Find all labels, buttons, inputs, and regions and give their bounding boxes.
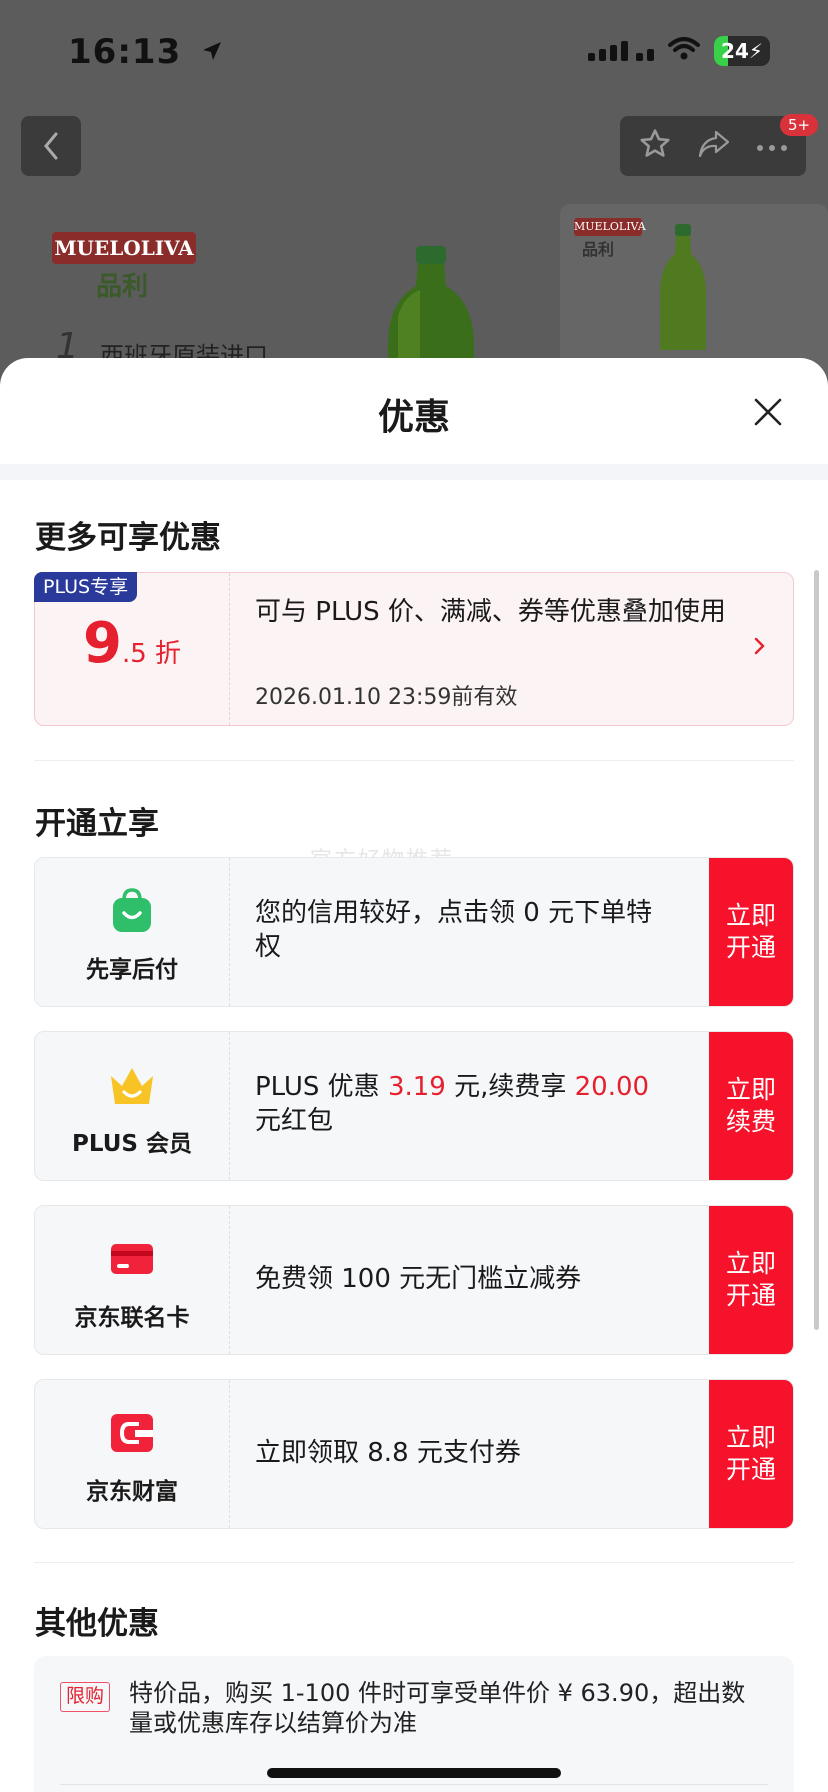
share-icon[interactable] bbox=[696, 128, 732, 164]
chevron-right-icon bbox=[754, 637, 765, 655]
service-name: 京东财富 bbox=[86, 1479, 178, 1505]
discount-value: 9.5 折 bbox=[35, 611, 229, 676]
home-indicator bbox=[267, 1768, 561, 1778]
scrollbar[interactable] bbox=[814, 570, 819, 1330]
button-line2: 开通 bbox=[725, 1281, 776, 1310]
service-identity: 先享后付 bbox=[35, 858, 229, 1006]
nav-toolbar bbox=[620, 116, 806, 176]
status-bar: 16:13 24⚡ bbox=[0, 0, 828, 100]
cellular-signal-icon bbox=[588, 41, 654, 61]
wallet-icon bbox=[111, 1414, 153, 1452]
renewal-bonus-amount: 20.00 bbox=[574, 1072, 650, 1102]
button-line2: 续费 bbox=[725, 1107, 776, 1136]
plus-saving-amount: 3.19 bbox=[387, 1072, 446, 1102]
purchase-limit-tag: 限购 bbox=[60, 1682, 111, 1712]
brand-logo: MUELOLIVA bbox=[52, 232, 196, 264]
plus-exclusive-tag: PLUS专享 bbox=[34, 572, 138, 602]
battery-level: 24 bbox=[721, 39, 749, 63]
renew-now-button[interactable]: 立即 续费 bbox=[709, 1032, 793, 1180]
plus-discount-card[interactable]: PLUS专享 9.5 折 可与 PLUS 价、满减、券等优惠叠加使用 2026.… bbox=[34, 572, 794, 726]
brand-cn-name: 品利 bbox=[96, 272, 149, 302]
service-description: 您的信用较好，点击领 0 元下单特权 bbox=[255, 898, 653, 962]
location-arrow-icon bbox=[200, 32, 224, 72]
service-identity: 京东联名卡 bbox=[35, 1206, 229, 1354]
other-discount-text: 特价品，购买 1-100 件时可享受单件价 ¥ 63.90，超出数量或优惠库存以… bbox=[129, 1679, 746, 1737]
card-divider bbox=[229, 1032, 230, 1180]
status-indicators: 24⚡ bbox=[588, 36, 770, 66]
plus-valid-date: 2026.01.10 23:59前有效 bbox=[255, 685, 518, 710]
star-icon[interactable] bbox=[638, 127, 672, 165]
button-line2: 开通 bbox=[725, 933, 776, 962]
close-icon[interactable] bbox=[752, 396, 784, 428]
section-title-other: 其他优惠 bbox=[35, 1606, 159, 1642]
more-icon[interactable] bbox=[756, 137, 788, 156]
open-now-button[interactable]: 立即 开通 bbox=[709, 1206, 793, 1354]
section-title-open: 开通立享 bbox=[35, 806, 159, 842]
header-separator bbox=[0, 464, 828, 480]
button-line1: 立即 bbox=[725, 1249, 776, 1278]
thumbnail-bottle-image bbox=[660, 224, 706, 350]
card-divider bbox=[229, 858, 230, 1006]
button-line1: 立即 bbox=[725, 901, 776, 930]
service-card-plus-member[interactable]: PLUS 会员 PLUS 优惠 3.19 元,续费享 20.00 元红包 立即 … bbox=[34, 1031, 794, 1181]
sheet-title: 优惠 bbox=[377, 397, 450, 438]
plus-description: 可与 PLUS 价、满减、券等优惠叠加使用 bbox=[255, 597, 726, 627]
service-description: 免费领 100 元无门槛立减券 bbox=[255, 1264, 582, 1294]
service-card-jd-finance[interactable]: 京东财富 立即领取 8.8 元支付券 立即 开通 bbox=[34, 1379, 794, 1529]
service-card-co-branded-card[interactable]: 京东联名卡 免费领 100 元无门槛立减券 立即 开通 bbox=[34, 1205, 794, 1355]
sheet-header: 优惠 bbox=[0, 358, 828, 464]
service-identity: 京东财富 bbox=[35, 1380, 229, 1528]
service-identity: PLUS 会员 bbox=[35, 1032, 229, 1180]
section-title-more: 更多可享优惠 bbox=[35, 520, 221, 556]
desc-part: PLUS 优惠 bbox=[255, 1072, 388, 1102]
card-divider bbox=[229, 573, 230, 725]
service-name: PLUS 会员 bbox=[72, 1131, 192, 1157]
chevron-left-icon bbox=[44, 132, 58, 160]
open-now-button[interactable]: 立即 开通 bbox=[709, 1380, 793, 1528]
open-now-button[interactable]: 立即 开通 bbox=[709, 858, 793, 1006]
card-divider bbox=[229, 1206, 230, 1354]
discount-big: 9 bbox=[82, 611, 122, 676]
shopping-bag-icon bbox=[113, 888, 151, 932]
button-line1: 立即 bbox=[725, 1423, 776, 1452]
service-description: PLUS 优惠 3.19 元,续费享 20.00 元红包 bbox=[255, 1070, 675, 1138]
service-card-pay-later[interactable]: 先享后付 您的信用较好，点击领 0 元下单特权 立即 开通 bbox=[34, 857, 794, 1007]
button-line2: 开通 bbox=[725, 1455, 776, 1484]
section-divider bbox=[34, 1562, 794, 1563]
desc-part: 元红包 bbox=[255, 1106, 334, 1136]
button-line1: 立即 bbox=[725, 1075, 776, 1104]
wifi-icon bbox=[668, 37, 700, 65]
battery-icon: 24⚡ bbox=[714, 36, 770, 66]
product-page-background: 16:13 24⚡ 5+ MUELOLIVA 品利 1 西班牙原装进口 MUEL… bbox=[0, 0, 828, 380]
thumbnail-brand-logo: MUELOLIVA bbox=[574, 218, 646, 236]
status-time: 16:13 bbox=[68, 32, 224, 72]
thumbnail-brand-cn: 品利 bbox=[582, 240, 615, 259]
discount-small: .5 折 bbox=[121, 639, 182, 669]
discount-bottom-sheet: 优惠 更多可享优惠 PLUS专享 9.5 折 可与 PLUS 价、满减、券等优惠… bbox=[0, 358, 828, 1792]
time-text: 16:13 bbox=[68, 32, 182, 72]
back-button[interactable] bbox=[21, 116, 81, 176]
service-name: 先享后付 bbox=[86, 957, 178, 983]
credit-card-icon bbox=[111, 1244, 153, 1274]
service-name: 京东联名卡 bbox=[74, 1305, 190, 1331]
section-divider bbox=[34, 760, 794, 761]
message-count-badge: 5+ bbox=[780, 114, 819, 136]
crown-icon bbox=[111, 1068, 153, 1104]
service-description: 立即领取 8.8 元支付券 bbox=[255, 1438, 521, 1468]
desc-part: 元,续费享 bbox=[445, 1072, 575, 1102]
card-divider bbox=[229, 1380, 230, 1528]
card-inner-divider bbox=[60, 1784, 768, 1785]
